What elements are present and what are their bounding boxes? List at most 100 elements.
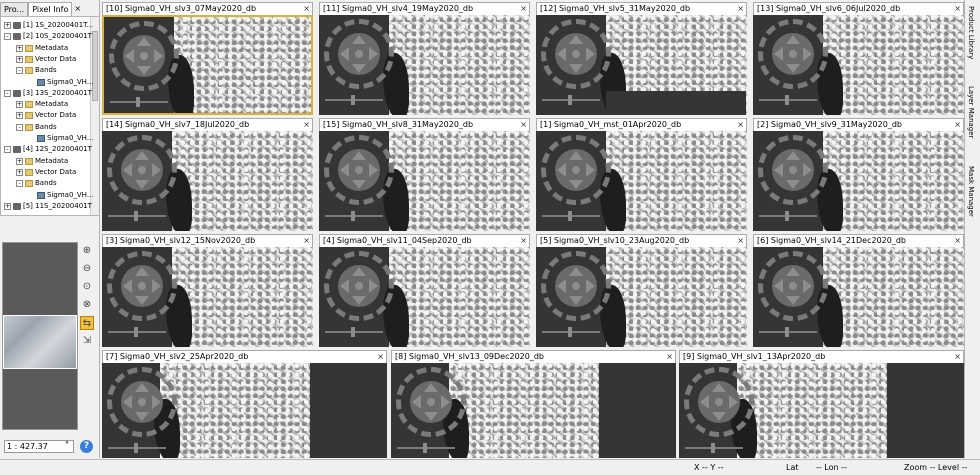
zoom-all-icon[interactable]: ⊗	[80, 298, 94, 312]
image-view[interactable]: [3] Sigma0_VH_slv12_15Nov2020_db ×	[102, 234, 313, 347]
pan-lf-arrow-icon[interactable]	[557, 279, 566, 293]
zoom-slider-handle[interactable]	[785, 95, 789, 105]
pan-rt-arrow-icon[interactable]	[729, 395, 738, 409]
pan-navigation-control[interactable]	[107, 367, 177, 437]
zoom-slider[interactable]	[325, 95, 383, 105]
image-canvas[interactable]	[536, 15, 747, 115]
tree-item[interactable]: + Vector Data	[16, 54, 76, 65]
pan-navigation-control[interactable]	[109, 21, 179, 91]
pan-lf-arrow-icon[interactable]	[412, 395, 421, 409]
view-tab[interactable]: [6] Sigma0_VH_slv14_21Dec2020_db ×	[753, 234, 964, 247]
pan-up-arrow-icon[interactable]	[786, 267, 800, 276]
view-tab[interactable]: [10] Sigma0_VH_slv3_07May2020_db ×	[102, 2, 313, 15]
pan-dn-arrow-icon[interactable]	[424, 412, 438, 421]
pan-up-arrow-icon[interactable]	[786, 35, 800, 44]
view-tab[interactable]: [14] Sigma0_VH_slv7_18Jul2020_db ×	[102, 118, 313, 131]
pan-lf-arrow-icon[interactable]	[774, 163, 783, 177]
zoom-slider[interactable]	[108, 443, 166, 453]
expand-toggle-icon[interactable]: -	[16, 123, 23, 131]
pan-rt-arrow-icon[interactable]	[369, 47, 378, 61]
pan-rt-arrow-icon[interactable]	[152, 395, 161, 409]
zoom-slider[interactable]	[110, 97, 168, 107]
image-canvas[interactable]	[102, 131, 313, 231]
pan-up-arrow-icon[interactable]	[135, 267, 149, 276]
tree-item[interactable]: + [1] 1S_20200401T...	[4, 20, 93, 31]
expand-toggle-icon[interactable]: +	[16, 112, 23, 120]
pan-dn-arrow-icon[interactable]	[137, 66, 151, 75]
pan-up-arrow-icon[interactable]	[569, 151, 583, 160]
close-view-icon[interactable]: ×	[303, 235, 310, 247]
scrollbar-thumb[interactable]	[92, 31, 98, 101]
pan-dn-arrow-icon[interactable]	[786, 64, 800, 73]
image-view[interactable]: [7] Sigma0_VH_slv2_25Apr2020_db ×	[102, 350, 387, 458]
pan-dn-arrow-icon[interactable]	[352, 296, 366, 305]
close-view-icon[interactable]: ×	[520, 3, 527, 15]
image-canvas[interactable]	[536, 131, 747, 231]
expand-toggle-icon[interactable]: -	[16, 180, 23, 188]
close-view-icon[interactable]: ×	[737, 3, 744, 15]
pan-lf-arrow-icon[interactable]	[123, 279, 132, 293]
pan-rt-arrow-icon[interactable]	[803, 47, 812, 61]
tab-product-library[interactable]: Product Library	[967, 6, 975, 59]
close-view-icon[interactable]: ×	[666, 351, 673, 363]
tab-pixel-info[interactable]: Pixel Info	[28, 2, 73, 16]
close-view-icon[interactable]: ×	[954, 351, 961, 363]
tree-item[interactable]: - Bands	[16, 178, 57, 189]
zoom-slider-handle[interactable]	[785, 211, 789, 221]
close-view-icon[interactable]: ×	[303, 119, 310, 131]
pan-navigation-control[interactable]	[396, 367, 466, 437]
close-view-icon[interactable]: ×	[520, 119, 527, 131]
expand-toggle-icon[interactable]: -	[4, 146, 11, 154]
tab-layer-manager[interactable]: Layer Manager	[967, 86, 975, 138]
tree-item[interactable]: + Vector Data	[16, 167, 76, 178]
tree-item[interactable]: - Bands	[16, 65, 57, 76]
zoom-slider[interactable]	[759, 211, 817, 221]
pan-up-arrow-icon[interactable]	[137, 37, 151, 46]
pan-up-arrow-icon[interactable]	[135, 151, 149, 160]
image-view[interactable]: [4] Sigma0_VH_slv11_04Sep2020_db ×	[319, 234, 530, 347]
pan-up-arrow-icon[interactable]	[569, 267, 583, 276]
image-canvas[interactable]	[102, 15, 313, 115]
zoom-slider-handle[interactable]	[423, 443, 427, 453]
image-view[interactable]: [6] Sigma0_VH_slv14_21Dec2020_db ×	[753, 234, 964, 347]
expand-toggle-icon[interactable]: +	[4, 22, 11, 29]
zoom-pixel-icon[interactable]: ⊙	[80, 280, 94, 294]
image-view[interactable]: [5] Sigma0_VH_slv10_23Aug2020_db ×	[536, 234, 747, 347]
image-canvas[interactable]	[319, 131, 530, 231]
pan-rt-arrow-icon[interactable]	[154, 49, 163, 63]
zoom-slider-handle[interactable]	[568, 211, 572, 221]
view-tab[interactable]: [4] Sigma0_VH_slv11_04Sep2020_db ×	[319, 234, 530, 247]
image-canvas[interactable]	[319, 247, 530, 347]
expand-toggle-icon[interactable]: -	[4, 89, 11, 97]
pan-rt-arrow-icon[interactable]	[803, 163, 812, 177]
pan-rt-arrow-icon[interactable]	[586, 163, 595, 177]
pan-rt-arrow-icon[interactable]	[369, 279, 378, 293]
pan-lf-arrow-icon[interactable]	[340, 47, 349, 61]
tree-item[interactable]: + Metadata	[16, 43, 68, 54]
close-view-icon[interactable]: ×	[954, 235, 961, 247]
pan-rt-arrow-icon[interactable]	[369, 163, 378, 177]
pan-dn-arrow-icon[interactable]	[569, 64, 583, 73]
tree-item[interactable]: + Metadata	[16, 99, 68, 110]
pan-navigation-control[interactable]	[324, 135, 394, 205]
zoom-slider[interactable]	[108, 211, 166, 221]
image-view[interactable]: [15] Sigma0_VH_slv8_31May2020_db ×	[319, 118, 530, 231]
zoom-slider-handle[interactable]	[134, 443, 138, 453]
pan-dn-arrow-icon[interactable]	[352, 180, 366, 189]
pan-lf-arrow-icon[interactable]	[125, 49, 134, 63]
expand-toggle-icon[interactable]: +	[16, 55, 23, 63]
close-view-icon[interactable]: ×	[377, 351, 384, 363]
pan-up-arrow-icon[interactable]	[569, 35, 583, 44]
tree-item[interactable]: Sigma0_VH...	[28, 190, 94, 201]
tree-item[interactable]: Sigma0_VH...	[28, 133, 94, 144]
pan-lf-arrow-icon[interactable]	[774, 279, 783, 293]
image-canvas[interactable]	[536, 247, 747, 347]
zoom-slider-handle[interactable]	[351, 327, 355, 337]
expand-toggle-icon[interactable]: +	[16, 101, 23, 109]
tree-item[interactable]: - [3] 13S_20200401T	[4, 88, 92, 99]
image-canvas[interactable]	[391, 363, 676, 458]
pan-lf-arrow-icon[interactable]	[557, 163, 566, 177]
pan-navigation-control[interactable]	[758, 251, 828, 321]
pan-lf-arrow-icon[interactable]	[340, 279, 349, 293]
zoom-slider-handle[interactable]	[134, 327, 138, 337]
